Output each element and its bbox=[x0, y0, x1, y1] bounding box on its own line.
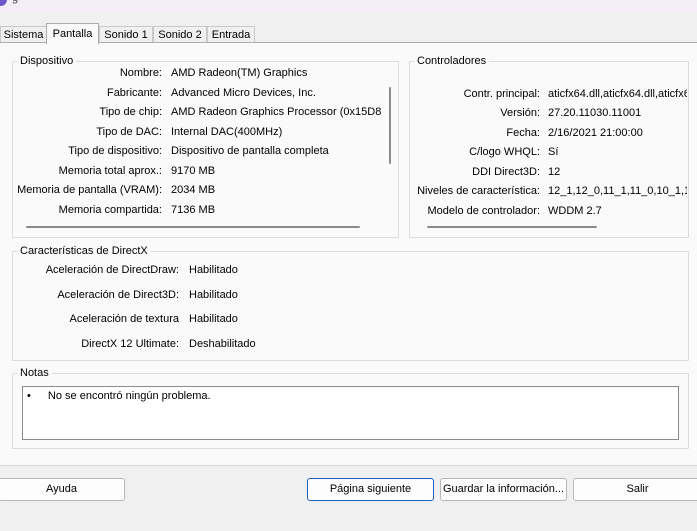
directx-value: Habilitado bbox=[189, 264, 238, 276]
device-label: Nombre: bbox=[119, 67, 162, 79]
device-value: Internal DAC(400MHz) bbox=[171, 126, 283, 138]
driver-label: Versión: bbox=[500, 107, 540, 119]
notes-item-text: No se encontró ningún problema. bbox=[47, 390, 211, 402]
device-label: Memoria de pantalla (VRAM): bbox=[17, 184, 162, 196]
notes-legend: Notas bbox=[20, 367, 49, 379]
driver-label: Modelo de controlador: bbox=[427, 205, 540, 217]
driver-value: 12_1,12_0,11_1,11_0,10_1,10_0,9_3,9_2,9_… bbox=[548, 185, 687, 197]
driver-value: 12 bbox=[548, 166, 561, 178]
device-label: Memoria total aprox.: bbox=[58, 165, 162, 177]
driver-value: Sí bbox=[548, 146, 559, 158]
drivers-scroll-area[interactable]: Contr. principal: aticfx64.dll,aticfx64.… bbox=[411, 80, 687, 225]
directx-label: Aceleración de DirectDraw: bbox=[45, 264, 179, 276]
device-horizontal-scrollbar[interactable] bbox=[26, 226, 360, 228]
directx-value: Deshabilitado bbox=[189, 338, 256, 350]
drivers-horizontal-scrollbar[interactable] bbox=[427, 226, 597, 228]
directx-label: DirectX 12 Ultimate: bbox=[81, 338, 179, 350]
device-value: 7136 MB bbox=[171, 204, 216, 216]
device-label: Tipo de DAC: bbox=[96, 126, 162, 138]
save-information-button[interactable]: Guardar la información... bbox=[440, 478, 567, 501]
device-label: Tipo de chip: bbox=[99, 106, 162, 118]
bullet-icon: • bbox=[27, 390, 31, 402]
exit-button[interactable]: Salir bbox=[573, 478, 697, 501]
directx-legend: Características de DirectX bbox=[20, 245, 148, 257]
drivers-legend: Controladores bbox=[417, 55, 487, 67]
device-vertical-scrollbar[interactable] bbox=[389, 87, 391, 164]
directx-row: Aceleración de Direct3D: Habilitado bbox=[14, 288, 414, 302]
device-value: AMD Radeon(TM) Graphics bbox=[171, 67, 308, 79]
window-title: g bbox=[12, 0, 18, 4]
driver-label: DDI Direct3D: bbox=[472, 166, 540, 178]
device-scroll-area[interactable]: Nombre: AMD Radeon(TM) Graphics Fabrican… bbox=[14, 62, 381, 219]
directx-row: Aceleración de DirectDraw: Habilitado bbox=[14, 263, 414, 277]
notes-textbox[interactable]: • No se encontró ningún problema. bbox=[22, 386, 679, 440]
driver-value: 2/16/2021 21:00:00 bbox=[548, 127, 643, 139]
directx-label: Aceleración de textura bbox=[69, 313, 179, 325]
device-value: AMD Radeon Graphics Processor (0x15D8) bbox=[171, 106, 381, 118]
device-label: Tipo de dispositivo: bbox=[68, 145, 162, 157]
directx-row: Aceleración de textura Habilitado bbox=[14, 312, 414, 326]
device-label: Memoria compartida: bbox=[58, 204, 162, 216]
driver-value: WDDM 2.7 bbox=[548, 205, 602, 217]
directx-label: Aceleración de Direct3D: bbox=[57, 289, 179, 301]
device-value: Dispositivo de pantalla completa bbox=[171, 145, 329, 157]
help-button[interactable]: Ayuda bbox=[0, 478, 125, 501]
device-label: Fabricante: bbox=[106, 87, 162, 99]
driver-value: aticfx64.dll,aticfx64.dll,aticfx64.dll,a… bbox=[548, 88, 687, 100]
device-value: 2034 MB bbox=[171, 184, 216, 196]
next-page-button[interactable]: Página siguiente bbox=[307, 478, 434, 501]
directx-row: DirectX 12 Ultimate: Deshabilitado bbox=[14, 337, 414, 351]
directx-value: Habilitado bbox=[189, 289, 238, 301]
notes-item: • No se encontró ningún problema. bbox=[27, 389, 211, 403]
directx-value: Habilitado bbox=[189, 313, 238, 325]
driver-value: 27.20.11030.11001 bbox=[548, 107, 642, 119]
driver-label: Niveles de característica: bbox=[417, 185, 540, 197]
title-bar: g bbox=[0, 0, 697, 12]
tab-pantalla[interactable]: Pantalla bbox=[46, 23, 99, 44]
driver-label: Contr. principal: bbox=[463, 88, 540, 100]
device-value: Advanced Micro Devices, Inc. bbox=[171, 87, 316, 99]
dxdiag-app-icon bbox=[0, 0, 7, 6]
driver-label: C/logo WHQL: bbox=[469, 146, 540, 158]
driver-label: Fecha: bbox=[506, 127, 540, 139]
device-value: 9170 MB bbox=[171, 165, 216, 177]
